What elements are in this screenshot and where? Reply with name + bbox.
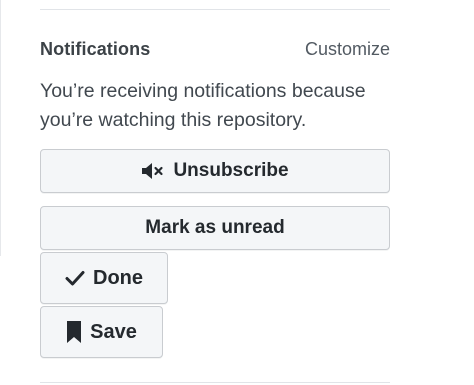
unsubscribe-button[interactable]: Unsubscribe [40,149,390,193]
save-button[interactable]: Save [40,306,163,358]
unsubscribe-label: Unsubscribe [173,160,289,181]
notification-reason-text: You’re receiving notifications because y… [40,80,366,131]
notifications-heading: Notifications [40,38,151,59]
section-divider-top [40,9,390,10]
notifications-header: Notifications Customize [40,36,390,62]
check-icon [65,270,85,286]
mute-icon [141,162,165,180]
mark-as-unread-button[interactable]: Mark as unread [40,206,390,250]
done-button[interactable]: Done [40,252,168,304]
mark-as-unread-label: Mark as unread [145,217,285,238]
customize-link[interactable]: Customize [305,39,390,60]
sidebar-left-border [0,0,1,256]
done-label: Done [93,266,143,289]
section-divider-bottom [40,382,390,383]
bookmark-icon [66,320,82,344]
save-label: Save [90,320,137,343]
